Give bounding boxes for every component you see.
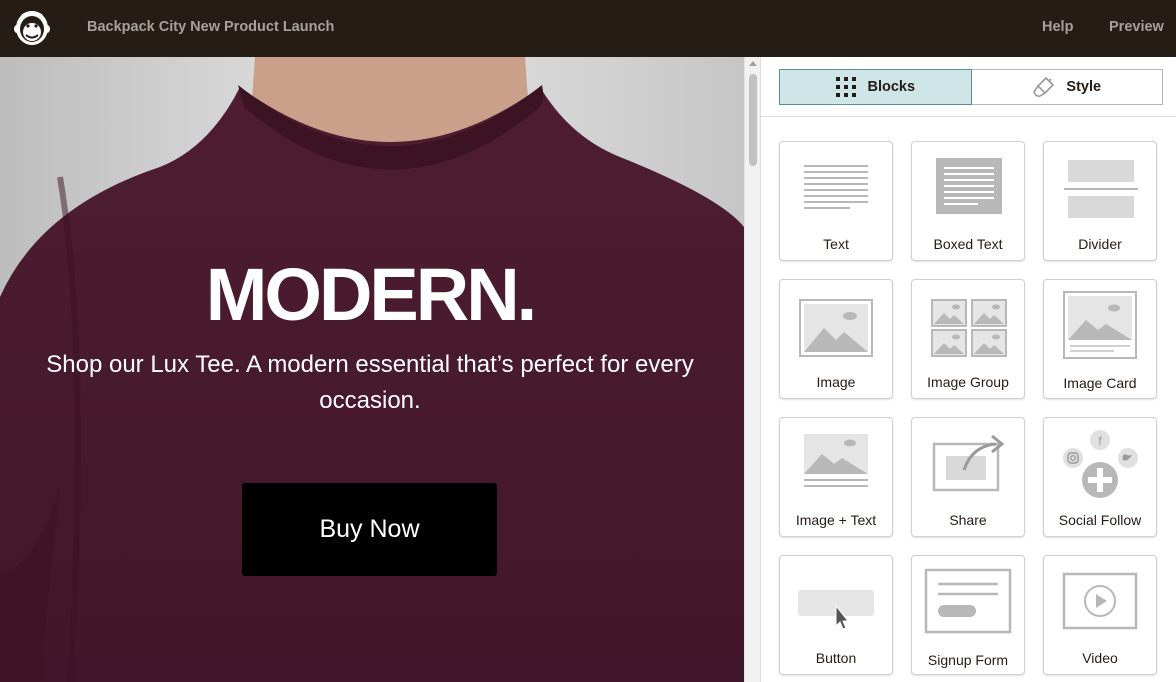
scroll-up-arrow-icon[interactable] [749,61,757,66]
scroll-thumb[interactable] [749,74,757,166]
block-label: Signup Form [927,652,1009,668]
buy-now-button[interactable]: Buy Now [242,483,497,576]
image-icon [799,299,873,357]
signup-form-icon [924,568,1012,634]
paint-brush-icon [1033,76,1055,97]
tab-blocks-label: Blocks [867,79,916,95]
block-button[interactable]: Button [779,555,893,675]
email-canvas[interactable]: MODERN. Shop our Lux Tee. A modern essen… [0,57,744,682]
help-link[interactable]: Help [1042,19,1073,35]
block-social-follow[interactable]: f Social Follow [1043,417,1157,537]
boxed-text-icon [936,158,1002,214]
block-label: Image Group [927,374,1009,390]
block-image-card[interactable]: Image Card [1043,279,1157,399]
canvas-scrollbar[interactable] [744,57,760,682]
tab-style-label: Style [1066,79,1102,95]
panel-tabs: Blocks Style [779,69,1163,105]
tab-divider [761,116,1176,117]
campaign-title: Backpack City New Product Launch [87,19,335,35]
divider-icon [1064,160,1138,218]
video-play-icon [1062,572,1138,630]
content-panel: Blocks Style Text Boxed Text Divider Ima… [760,57,1176,682]
block-label: Boxed Text [933,236,1003,252]
block-divider[interactable]: Divider [1043,141,1157,261]
text-lines-icon [804,165,868,209]
block-video[interactable]: Video [1043,555,1157,675]
block-signup-form[interactable]: Signup Form [911,555,1025,675]
tab-blocks[interactable]: Blocks [779,69,972,105]
block-label: Video [1082,650,1118,666]
preview-link[interactable]: Preview [1109,19,1164,35]
block-image[interactable]: Image [779,279,893,399]
block-label: Image Card [1063,375,1137,391]
block-share[interactable]: Share [911,417,1025,537]
grid-dots-icon [836,77,857,97]
block-label: Text [823,236,849,252]
block-label: Share [949,512,987,528]
block-boxed-text[interactable]: Boxed Text [911,141,1025,261]
share-icon [932,434,1005,492]
block-label: Image + Text [795,512,877,528]
image-text-icon [804,434,868,487]
block-label: Image [816,374,856,390]
block-text[interactable]: Text [779,141,893,261]
image-group-icon [931,299,1007,357]
block-label: Divider [1078,236,1122,252]
image-card-icon [1063,291,1137,359]
block-image-group[interactable]: Image Group [911,279,1025,399]
social-follow-icon: f [1063,430,1138,498]
button-cursor-icon [798,590,874,630]
hero-subtitle[interactable]: Shop our Lux Tee. A modern essential tha… [30,347,710,419]
top-bar: Backpack City New Product Launch Help Pr… [0,0,1176,57]
hero-headline[interactable]: MODERN. [0,252,740,337]
tab-style[interactable]: Style [971,69,1163,105]
block-label: Social Follow [1058,512,1142,528]
mailchimp-logo-icon[interactable] [13,7,51,47]
block-image-text[interactable]: Image + Text [779,417,893,537]
block-label: Button [815,650,857,666]
